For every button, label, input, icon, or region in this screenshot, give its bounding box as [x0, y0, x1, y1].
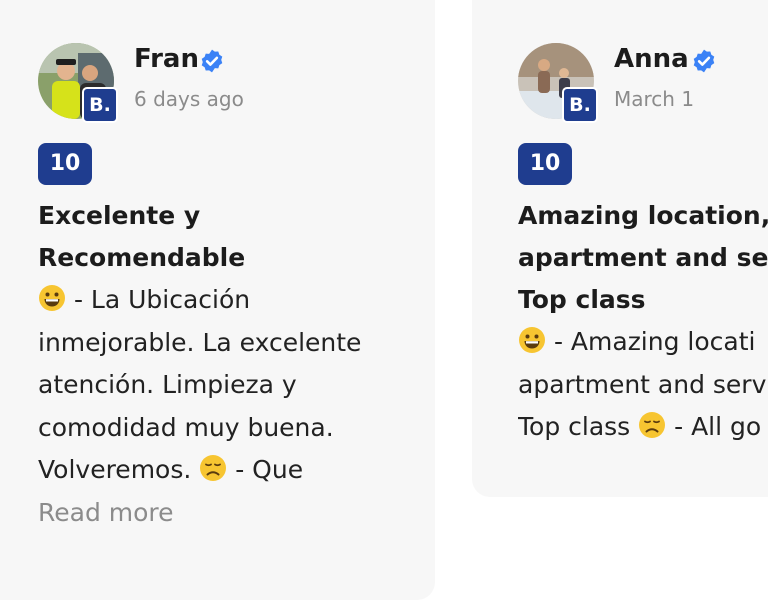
review-body-line: inmejorable. La excelente — [38, 327, 362, 357]
review-body-line: - La Ubicación — [38, 279, 428, 322]
review-title-line: Top class — [518, 285, 646, 314]
review-title-line: Amazing location, — [518, 201, 768, 230]
booking-badge-icon: B. — [562, 87, 598, 123]
review-body-line: Top class - All go — [518, 412, 762, 441]
rating-score: 10 — [518, 143, 572, 185]
review-title-line: apartment and ser — [518, 243, 768, 272]
review-date: March 1 — [614, 87, 695, 111]
disappointed-face-icon — [639, 412, 666, 438]
author-name[interactable]: Fran — [134, 44, 199, 74]
review-title: Amazing location, apartment and ser Top … — [518, 195, 768, 321]
review-date: 6 days ago — [134, 87, 244, 111]
grinning-face-icon — [519, 327, 545, 353]
rating-score: 10 — [38, 143, 92, 185]
review-title-line: Excelente y — [38, 201, 201, 230]
disappointed-face-icon — [200, 455, 227, 481]
booking-badge-icon: B. — [82, 87, 118, 123]
review-body-line: Volveremos. - Que — [38, 455, 304, 484]
review-title-line: Recomendable — [38, 243, 246, 272]
review-body-line: atención. Limpieza y — [38, 370, 297, 399]
review-body-line: apartment and serv — [518, 369, 767, 399]
review-title: Excelente y Recomendable — [38, 195, 418, 279]
review-body-line: - Amazing locati — [518, 321, 768, 364]
review-body: - La Ubicación inmejorable. La excelente… — [38, 279, 428, 492]
verified-badge-icon — [201, 49, 223, 73]
review-body-line: comodidad muy buena. — [38, 412, 334, 442]
grinning-face-icon — [39, 285, 65, 311]
author-name[interactable]: Anna — [614, 44, 689, 74]
read-more-link[interactable]: Read more — [38, 492, 174, 534]
verified-badge-icon — [693, 49, 715, 73]
review-body: - Amazing locati apartment and serv Top … — [518, 321, 768, 449]
